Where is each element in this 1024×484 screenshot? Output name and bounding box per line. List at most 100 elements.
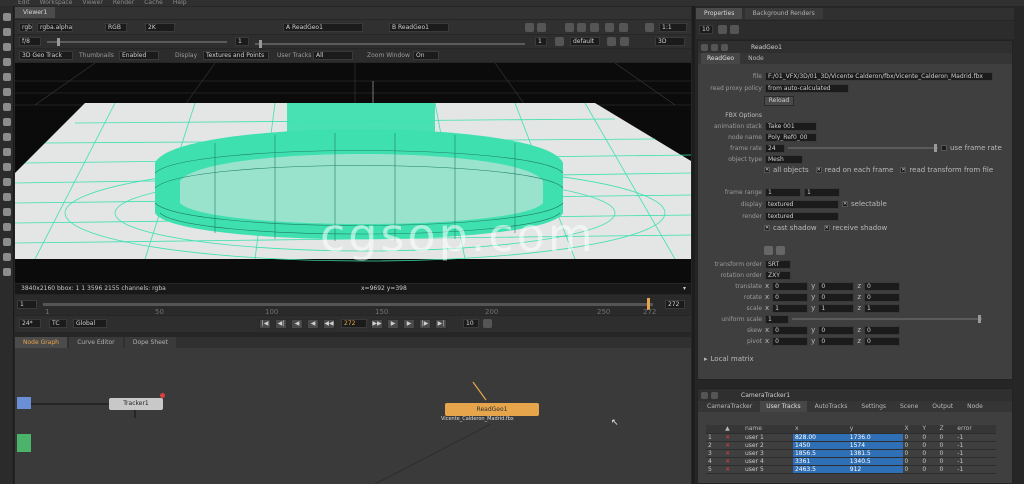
transform-order-dropdown[interactable]: SRT [765, 259, 791, 269]
table-row[interactable]: 4 ✕ user 4 3361 1340.5 0 0 0 -1 [706, 457, 996, 466]
float-panel-icon[interactable] [711, 391, 718, 399]
user-tracks-dropdown[interactable]: All [313, 51, 353, 60]
thumbnails-dropdown[interactable]: Enabled [119, 51, 159, 60]
display-mode-dropdown[interactable]: textured [765, 199, 839, 209]
translate-z-field[interactable]: 0 [864, 281, 900, 291]
next-increment-button[interactable]: ▶▶ [371, 319, 383, 329]
geo-track-dropdown[interactable]: 3D Geo Track [19, 51, 73, 60]
menu-workspace[interactable]: Workspace [40, 0, 73, 6]
frame-range-start[interactable]: 1 [765, 187, 801, 197]
menu-help[interactable]: Help [173, 0, 187, 6]
clear-panels-icon[interactable] [730, 25, 739, 34]
filter-icon[interactable] [3, 88, 11, 96]
color-picker-icon[interactable] [721, 43, 728, 51]
input-b-dropdown[interactable]: B ReadGeo1 [389, 23, 449, 32]
menu-cache[interactable]: Cache [144, 0, 163, 6]
track-y[interactable]: 1381.5 [847, 449, 903, 458]
frame-rate-field[interactable]: 24 [765, 143, 785, 153]
frame-rate-slider[interactable] [788, 144, 938, 152]
read-each-frame-checkbox[interactable]: ✕ [815, 167, 822, 173]
channel-icon[interactable] [3, 58, 11, 66]
menu-viewer[interactable]: Viewer [82, 0, 102, 6]
scale-y-field[interactable]: 1 [818, 303, 855, 313]
channel-dropdown[interactable]: rgba.alpha [37, 23, 73, 32]
timecode-dropdown[interactable]: TC [49, 319, 67, 328]
gain-slider[interactable] [47, 38, 227, 46]
gamma-slider[interactable] [255, 40, 525, 48]
track-y[interactable]: 1736.0 [847, 433, 903, 442]
row-enabled-checkbox[interactable]: ✕ [723, 457, 743, 466]
track-X[interactable]: 0 [902, 465, 921, 474]
tab-background-renders[interactable]: Background Renders [744, 8, 823, 19]
scale-x-field[interactable]: 1 [772, 303, 809, 313]
info-collapse-icon[interactable]: ▾ [683, 285, 686, 292]
monitor-icon[interactable] [607, 37, 616, 46]
row-enabled-checkbox[interactable]: ✕ [723, 433, 743, 442]
loop-icon[interactable] [483, 319, 492, 328]
other-icon[interactable] [3, 208, 11, 216]
close-panel-icon[interactable] [701, 43, 708, 51]
tab-output[interactable]: Output [926, 401, 959, 412]
zoom-dropdown[interactable]: 1:1 [659, 23, 687, 32]
matrix-icon[interactable] [764, 245, 773, 255]
receive-shadow-checkbox[interactable]: ✕ [823, 225, 830, 231]
menu-edit[interactable]: Edit [18, 0, 30, 6]
close-panel-icon[interactable] [701, 391, 708, 399]
track-Z[interactable]: 0 [937, 457, 956, 466]
tracker-node[interactable]: Tracker1 [109, 398, 163, 410]
rotate-x-field[interactable]: 0 [772, 292, 809, 302]
timeline-end-field[interactable]: 272 [665, 300, 685, 309]
track-name[interactable]: user 4 [742, 457, 793, 466]
zebra-icon[interactable] [577, 23, 586, 32]
colorspace-dropdown[interactable]: RGB [105, 23, 127, 32]
skew-z-field[interactable]: 0 [864, 325, 900, 335]
rotate-y-field[interactable]: 0 [818, 292, 855, 302]
tab-curve-editor[interactable]: Curve Editor [69, 337, 123, 348]
input-a-dropdown[interactable]: A ReadGeo1 [283, 23, 363, 32]
cast-shadow-checkbox[interactable]: ✕ [764, 225, 770, 231]
track-X[interactable]: 0 [902, 449, 921, 458]
track-Y[interactable]: 0 [920, 449, 938, 458]
tab-settings[interactable]: Settings [855, 401, 892, 412]
track-X[interactable]: 0 [902, 441, 921, 450]
read-transform-checkbox[interactable]: ✕ [900, 167, 907, 173]
transform-icon[interactable] [3, 133, 11, 141]
tab-dope-sheet[interactable]: Dope Sheet [124, 337, 176, 348]
track-name[interactable]: user 5 [742, 465, 793, 474]
deep-icon[interactable] [3, 253, 11, 261]
gamma-field[interactable]: 1 [535, 37, 547, 46]
proxy-policy-dropdown[interactable]: from auto-calculated [765, 83, 849, 93]
selectable-checkbox[interactable]: ✕ [842, 201, 848, 207]
step-forward-button[interactable]: ▶ [403, 319, 415, 329]
track-name[interactable]: user 3 [742, 449, 793, 458]
zoom-window-dropdown[interactable]: On [413, 51, 439, 60]
render-mode-dropdown[interactable]: textured [765, 211, 839, 221]
track-x[interactable]: 828.00 [792, 433, 848, 442]
local-matrix-label[interactable]: Local matrix [711, 355, 754, 363]
toolsets-icon[interactable] [3, 193, 11, 201]
draw-icon[interactable] [3, 28, 11, 36]
gpu-icon[interactable] [645, 23, 654, 32]
tab-scene[interactable]: Scene [894, 401, 924, 412]
refresh-icon[interactable] [605, 23, 614, 32]
time-icon[interactable] [3, 43, 11, 51]
pivot-y-field[interactable]: 0 [818, 336, 855, 346]
node-graph-canvas[interactable]: Tracker1 ReadGeo1 Vicente_Calderon_Madri… [15, 348, 691, 484]
global-dropdown[interactable]: Global [73, 319, 107, 328]
frame-range-end[interactable]: 1 [804, 187, 840, 197]
row-enabled-checkbox[interactable]: ✕ [723, 441, 743, 450]
cameratracker-node-name[interactable]: CameraTracker1 [741, 392, 790, 399]
tab-cameratracker[interactable]: CameraTracker [701, 401, 758, 412]
col-error[interactable]: error [955, 425, 996, 434]
rotation-order-dropdown[interactable]: ZXY [765, 270, 791, 280]
last-frame-button[interactable]: ▶| [435, 319, 447, 329]
row-enabled-checkbox[interactable]: ✕ [723, 449, 743, 458]
step-increment-field[interactable]: 10 [463, 319, 479, 328]
track-x[interactable]: 1450 [792, 441, 848, 450]
cara-icon[interactable] [3, 268, 11, 276]
col-Y[interactable]: Y [920, 425, 938, 434]
reload-button[interactable]: Reload [764, 96, 794, 106]
track-Y[interactable]: 0 [920, 441, 938, 450]
next-keyframe-button[interactable]: |▶ [419, 319, 431, 329]
track-Y[interactable]: 0 [920, 457, 938, 466]
